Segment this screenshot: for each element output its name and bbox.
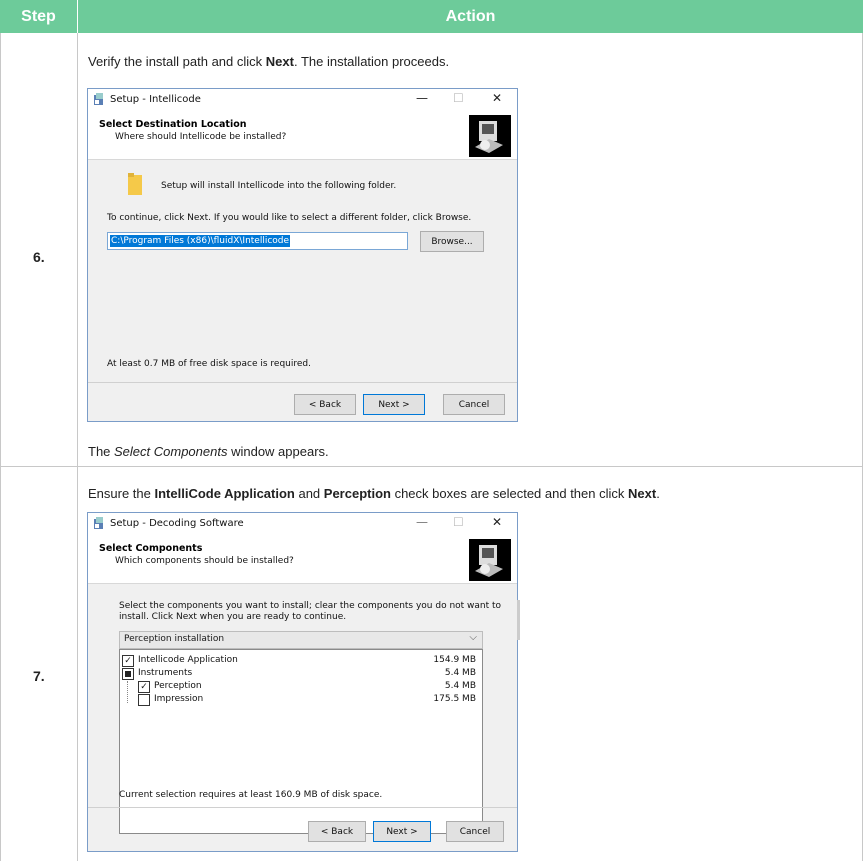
component-row[interactable]: Instruments 5.4 MB bbox=[122, 668, 478, 680]
footer-divider bbox=[88, 382, 517, 383]
setup-dialog-destination: Setup - Intellicode — ☐ ✕ Select Destina… bbox=[87, 88, 518, 422]
setup-app-icon bbox=[94, 517, 103, 529]
disk-space-message: At least 0.7 MB of free disk space is re… bbox=[107, 359, 311, 369]
setup-dialog-components: Setup - Decoding Software — ☐ ✕ Select C… bbox=[87, 512, 518, 852]
component-size: 175.5 MB bbox=[433, 694, 476, 704]
component-size: 5.4 MB bbox=[444, 668, 476, 678]
step-number-6: 6. bbox=[33, 249, 45, 265]
dialog-titlebar: Setup - Decoding Software — ☐ ✕ bbox=[88, 513, 517, 535]
footer-divider bbox=[88, 807, 517, 808]
checkbox-partial-icon[interactable] bbox=[122, 668, 134, 680]
header-step: Step bbox=[0, 0, 77, 33]
close-icon[interactable]: ✕ bbox=[492, 515, 502, 529]
component-row[interactable]: ✓ Intellicode Application 154.9 MB bbox=[122, 655, 478, 667]
maximize-icon[interactable]: ☐ bbox=[453, 91, 464, 105]
step-number-7: 7. bbox=[33, 668, 45, 684]
checkbox-checked-icon[interactable]: ✓ bbox=[122, 655, 134, 667]
component-size: 5.4 MB bbox=[444, 681, 476, 691]
component-label: Instruments bbox=[138, 668, 193, 678]
setup-logo-icon bbox=[469, 115, 511, 157]
setup-logo-icon bbox=[469, 539, 511, 581]
cancel-button[interactable]: Cancel bbox=[443, 394, 505, 415]
continue-message: To continue, click Next. If you would li… bbox=[107, 213, 472, 223]
checkbox-unchecked-icon[interactable] bbox=[138, 694, 150, 706]
dialog-header: Select Components Which components shoul… bbox=[88, 535, 517, 584]
setup-app-icon bbox=[94, 93, 103, 105]
minimize-icon[interactable]: — bbox=[416, 515, 428, 529]
component-label: Perception bbox=[154, 681, 202, 691]
step6-instruction: Verify the install path and click Next. … bbox=[88, 54, 450, 69]
dialog-heading: Select Destination Location bbox=[99, 119, 247, 130]
minimize-icon[interactable]: — bbox=[416, 91, 428, 105]
browse-button[interactable]: Browse... bbox=[420, 231, 484, 252]
row-divider bbox=[0, 466, 863, 467]
instruction-line-2: install. Click Next when you are ready t… bbox=[119, 612, 347, 622]
component-label: Impression bbox=[154, 694, 204, 704]
component-size: 154.9 MB bbox=[433, 655, 476, 665]
chevron-down-icon: ⌵ bbox=[469, 632, 477, 643]
dialog-scrollbar-edge bbox=[517, 600, 520, 640]
dialog-header: Select Destination Location Where should… bbox=[88, 111, 517, 160]
dialog-title: Setup - Decoding Software bbox=[110, 518, 244, 529]
install-type-dropdown[interactable]: Perception installation ⌵ bbox=[119, 631, 483, 649]
step7-instruction: Ensure the IntelliCode Application and P… bbox=[88, 486, 660, 501]
dialog-titlebar: Setup - Intellicode — ☐ ✕ bbox=[88, 89, 517, 111]
next-button[interactable]: Next > bbox=[363, 394, 425, 415]
dialog-title: Setup - Intellicode bbox=[110, 94, 201, 105]
folder-message: Setup will install Intellicode into the … bbox=[161, 181, 397, 191]
back-button[interactable]: < Back bbox=[294, 394, 356, 415]
dropdown-value: Perception installation bbox=[124, 634, 225, 644]
close-icon[interactable]: ✕ bbox=[492, 91, 502, 105]
dialog-subheading: Where should Intellicode be installed? bbox=[115, 132, 287, 142]
component-row[interactable]: ✓ Perception 5.4 MB bbox=[122, 681, 478, 693]
back-button[interactable]: < Back bbox=[308, 821, 366, 842]
table-col-divider bbox=[77, 33, 78, 861]
dialog-heading: Select Components bbox=[99, 543, 203, 554]
table-left-border bbox=[0, 33, 1, 861]
header-action: Action bbox=[78, 0, 863, 33]
instruction-line-1: Select the components you want to instal… bbox=[119, 601, 502, 611]
component-label: Intellicode Application bbox=[138, 655, 238, 665]
dialog-subheading: Which components should be installed? bbox=[115, 556, 294, 566]
cancel-button[interactable]: Cancel bbox=[446, 821, 504, 842]
step6-outcome: The Select Components window appears. bbox=[88, 444, 329, 459]
checkbox-checked-icon[interactable]: ✓ bbox=[138, 681, 150, 693]
selection-message: Current selection requires at least 160.… bbox=[119, 790, 383, 800]
maximize-icon[interactable]: ☐ bbox=[453, 515, 464, 529]
install-path-input[interactable]: C:\Program Files (x86)\fluidX\Intellicod… bbox=[107, 232, 408, 250]
install-path-value: C:\Program Files (x86)\fluidX\Intellicod… bbox=[110, 235, 291, 247]
folder-icon bbox=[128, 173, 142, 195]
component-row[interactable]: Impression 175.5 MB bbox=[122, 694, 478, 706]
next-button[interactable]: Next > bbox=[373, 821, 431, 842]
